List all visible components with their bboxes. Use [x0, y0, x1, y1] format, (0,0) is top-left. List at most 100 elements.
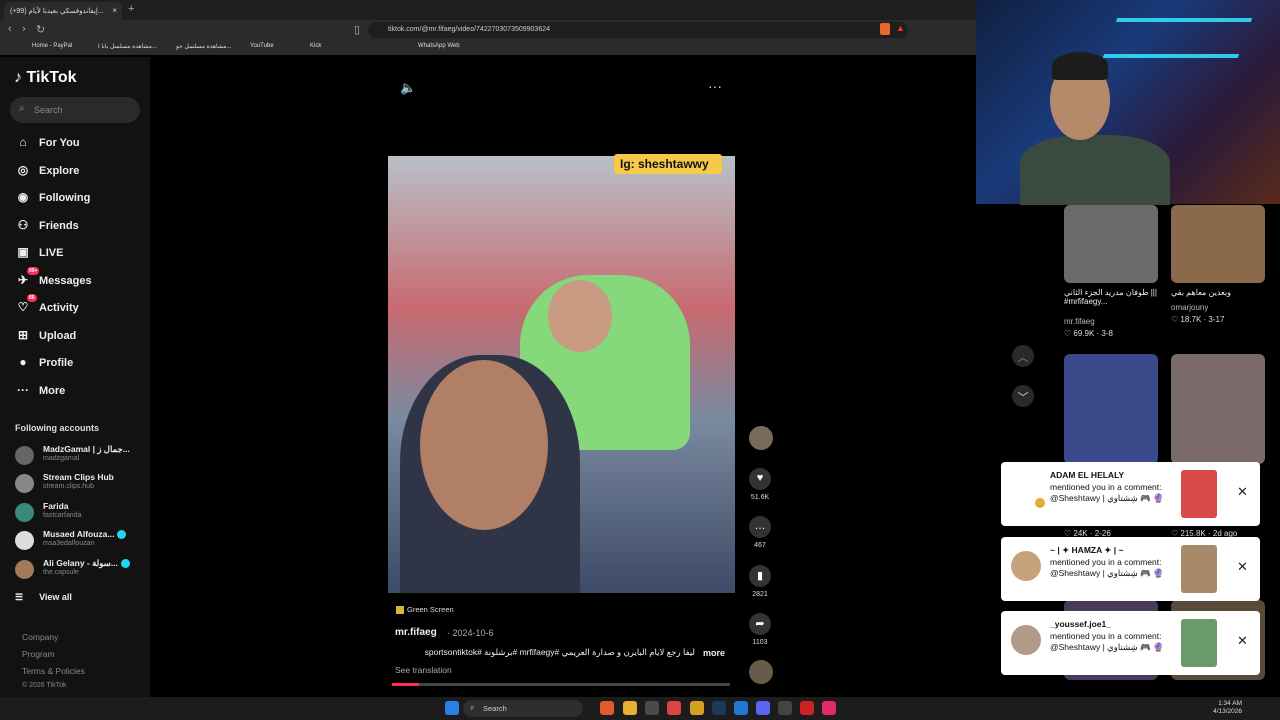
bookmark-paypal[interactable]: Home - PayPal	[32, 43, 72, 49]
browser-tab[interactable]: (+99) إيفاندوفسكي بعيدنا لأيام... ×	[4, 2, 122, 20]
footer-terms[interactable]: Terms & Policies	[22, 666, 85, 676]
clock-time: 1:34 AM	[1218, 700, 1242, 707]
tiktok-logo[interactable]: ♪ TikTok	[14, 69, 77, 87]
bookmark-icon[interactable]: ▯	[354, 23, 360, 36]
notification-toast[interactable]: _youssef.joe1_ mentioned you in a comment…	[1001, 611, 1260, 675]
like-button[interactable]: ♥ 51.6K	[749, 468, 771, 501]
nav-more[interactable]: ··· More	[14, 383, 65, 397]
windows-taskbar: ⌕ Search 1:34 AM 4/13/2026	[0, 697, 1280, 720]
next-video-button[interactable]: ﹀	[1012, 385, 1034, 407]
bookmark-series-2[interactable]: مشاهدة مسلسل جو...	[176, 43, 231, 50]
new-tab-button[interactable]: +	[128, 3, 134, 15]
notification-avatar	[1011, 625, 1041, 655]
app-icon[interactable]	[690, 701, 704, 715]
feed-title[interactable]: طوفان مدريد الجزء الثاني ||| #mrfifaegy.…	[1064, 288, 1158, 314]
feed-thumbnail[interactable]	[1171, 205, 1265, 283]
avatar	[15, 474, 34, 493]
comment-button[interactable]: … 467	[749, 516, 771, 549]
nav-following[interactable]: ◉ Following	[14, 190, 91, 204]
compass-icon: ◎	[17, 163, 29, 177]
view-all-link[interactable]: ☰ View all	[15, 592, 72, 603]
tab-close-icon[interactable]: ×	[112, 6, 117, 15]
forward-icon[interactable]: ›	[22, 23, 26, 35]
more-options-icon[interactable]: ···	[708, 78, 722, 94]
nav-label: For You	[39, 137, 80, 149]
edge-app-icon[interactable]	[734, 701, 748, 715]
notification-toast[interactable]: ~ | ✦ HAMZA ✦ | ~ mentioned you in a comm…	[1001, 537, 1260, 601]
app-icon[interactable]	[800, 701, 814, 715]
search-input[interactable]: ⌕ Search	[10, 97, 140, 123]
sound-avatar[interactable]	[749, 660, 773, 684]
account-item[interactable]: Farida fastcarfarida	[15, 501, 145, 525]
nav-messages[interactable]: ✈ 99+ Messages	[14, 267, 92, 287]
account-item[interactable]: Stream Clips Hub stream.clips.hub	[15, 472, 145, 496]
browser-tab-bar: (+99) إيفاندوفسكي بعيدنا لأيام... × +	[0, 0, 976, 20]
chrome-app-icon[interactable]	[667, 701, 681, 715]
bookmark-kick[interactable]: Kick	[310, 43, 321, 49]
brave-app-icon[interactable]	[600, 701, 614, 715]
footer-company[interactable]: Company	[22, 632, 58, 642]
nav-friends[interactable]: ⚇ Friends	[14, 218, 79, 232]
close-icon[interactable]: ✕	[1237, 484, 1248, 500]
video-progress-bar[interactable]	[392, 683, 730, 686]
nav-label: More	[39, 385, 66, 397]
start-icon[interactable]	[445, 701, 459, 715]
nav-explore[interactable]: ◎ Explore	[14, 163, 80, 177]
url-input[interactable]: tiktok.com/@mr.fifaeg/video/742270307350…	[368, 22, 908, 38]
nav-for-you[interactable]: ⌂ For You	[14, 135, 80, 149]
app-icon[interactable]	[822, 701, 836, 715]
bookmark-whatsapp[interactable]: WhatsApp Web	[418, 43, 460, 49]
feed-thumbnail[interactable]	[1171, 354, 1265, 464]
share-icon: ➦	[749, 613, 771, 635]
account-item[interactable]: Musaed Alfouza... msa3edalfouzan	[15, 529, 145, 553]
previous-video-button[interactable]: ︿	[1012, 345, 1034, 367]
see-translation-link[interactable]: See translation	[395, 665, 452, 675]
footer-program[interactable]: Program	[22, 649, 55, 659]
notification-user: ADAM EL HELALY	[1050, 470, 1125, 480]
caption-more-button[interactable]: more	[703, 648, 725, 658]
account-item[interactable]: Ali Gelany - سولة... the.capsule	[15, 558, 145, 582]
green-screen-label[interactable]: Green Screen	[396, 605, 454, 615]
feed-title[interactable]: وبعدين معاهم بقي	[1171, 288, 1265, 297]
feed-user[interactable]: omarjouny	[1171, 303, 1208, 312]
messages-badge: 99+	[27, 267, 40, 275]
feed-stat-text: 69.9K · 3-8	[1073, 329, 1113, 338]
feed-thumbnail[interactable]	[1064, 354, 1158, 464]
taskbar-search[interactable]: ⌕ Search	[463, 700, 583, 717]
share-button[interactable]: ➦ 1103	[749, 613, 771, 646]
discord-app-icon[interactable]	[756, 701, 770, 715]
account-item[interactable]: MadzGamal | جمال ز... madzgamal	[15, 444, 145, 468]
close-icon[interactable]: ✕	[1237, 633, 1248, 649]
author-avatar[interactable]	[749, 426, 773, 450]
nav-label: Following	[39, 192, 91, 204]
rewards-icon[interactable]: ▲	[896, 23, 905, 33]
system-clock[interactable]: 1:34 AM 4/13/2026	[1213, 700, 1242, 716]
feed-user[interactable]: mr.fifaeg	[1064, 317, 1095, 326]
notification-avatar	[1011, 551, 1041, 581]
nav-live[interactable]: ▣ LIVE	[14, 245, 63, 259]
app-icon[interactable]	[778, 701, 792, 715]
nav-upload[interactable]: ⊞ Upload	[14, 328, 76, 342]
nav-label: Upload	[39, 330, 77, 342]
logo-text: TikTok	[26, 69, 77, 86]
volume-icon[interactable]: 🔈	[400, 80, 416, 96]
bookmark-series-1[interactable]: مشاهدة مسلسل بابا ا...	[98, 43, 157, 50]
feed-thumbnail[interactable]	[1064, 205, 1158, 283]
steam-app-icon[interactable]	[712, 701, 726, 715]
video-frame-figure	[548, 280, 612, 352]
brave-shield-icon[interactable]	[880, 23, 890, 35]
webcam-figure	[1020, 135, 1170, 205]
nav-activity[interactable]: ♡ 86 Activity	[14, 294, 79, 314]
nav-profile[interactable]: ● Profile	[14, 355, 73, 369]
video-date: · 2024-10-6	[447, 628, 494, 638]
avatar	[15, 531, 34, 550]
save-button[interactable]: ▮ 2821	[749, 565, 771, 598]
back-icon[interactable]: ‹	[8, 23, 12, 35]
store-app-icon[interactable]	[645, 701, 659, 715]
close-icon[interactable]: ✕	[1237, 559, 1248, 575]
reload-icon[interactable]: ↻	[36, 23, 45, 36]
notification-toast[interactable]: ADAM EL HELALY mentioned you in a comment…	[1001, 462, 1260, 526]
bookmark-youtube[interactable]: YouTube	[250, 43, 274, 49]
explorer-app-icon[interactable]	[623, 701, 637, 715]
video-author[interactable]: mr.fifaeg	[395, 627, 437, 638]
